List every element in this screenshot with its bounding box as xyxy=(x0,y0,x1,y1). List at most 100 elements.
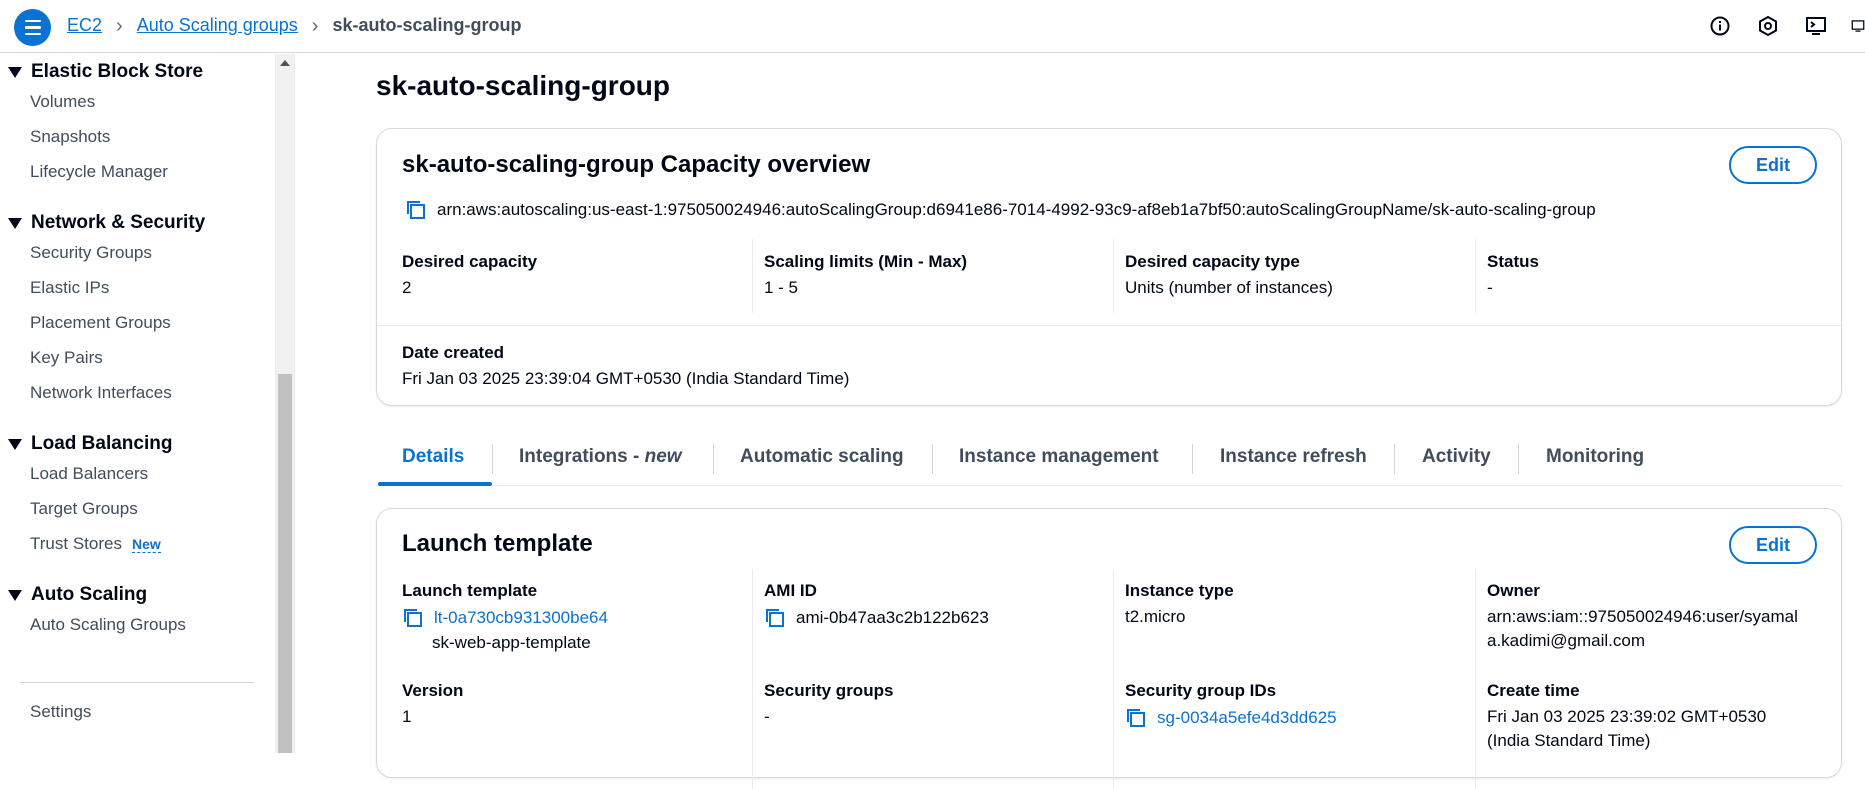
security-group-id[interactable]: sg-0034a5efe4d3dd625 xyxy=(1157,708,1337,728)
security-group-id-link[interactable]: sg-0034a5efe4d3dd625 xyxy=(1125,707,1337,729)
sidebar-item-label: Trust Stores xyxy=(30,534,122,553)
instance-type-label: Instance type xyxy=(1125,581,1234,600)
scrollbar-thumb[interactable] xyxy=(278,374,292,753)
arn-row: arn:aws:autoscaling:us-east-1:9750500249… xyxy=(405,199,1596,221)
create-time-field: Create time Fri Jan 03 2025 23:39:02 GMT… xyxy=(1487,681,1766,751)
column-divider xyxy=(752,569,753,789)
info-icon[interactable] xyxy=(1707,13,1733,39)
copy-icon[interactable] xyxy=(764,607,786,629)
capacity-type-field: Desired capacity type Units (number of i… xyxy=(1125,252,1333,298)
sidebar: Elastic Block Store Volumes Snapshots Li… xyxy=(0,54,276,753)
tab-integrations-label: Integrations - xyxy=(519,446,645,467)
scroll-up-icon[interactable] xyxy=(280,60,290,66)
security-groups-value: - xyxy=(764,707,770,726)
cloudshell-icon[interactable] xyxy=(1803,13,1829,39)
tab-separator xyxy=(1192,444,1193,474)
content-divider xyxy=(294,54,295,753)
security-group-ids-label: Security group IDs xyxy=(1125,681,1277,700)
owner-field: Owner arn:aws:iam::975050024946:user/sya… xyxy=(1487,581,1798,651)
copy-icon[interactable] xyxy=(1125,707,1147,729)
sidebar-item-target-groups[interactable]: Target Groups xyxy=(30,499,138,519)
new-badge: New xyxy=(131,536,161,553)
version-field: Version 1 xyxy=(402,681,463,727)
sidebar-item-lifecycle-manager[interactable]: Lifecycle Manager xyxy=(30,162,168,182)
ami-id-field: AMI ID ami-0b47aa3c2b122b623 xyxy=(764,581,989,629)
launch-template-card: Launch template Edit Launch template lt-… xyxy=(376,508,1842,789)
sidebar-item-load-balancers[interactable]: Load Balancers xyxy=(30,464,148,484)
sidebar-section-elastic-block-store[interactable]: Elastic Block Store xyxy=(8,61,203,83)
tab-automatic-scaling[interactable]: Automatic scaling xyxy=(740,446,904,468)
create-time-line-2: (India Standard Time) xyxy=(1487,731,1651,750)
launch-template-id[interactable]: lt-0a730cb931300be64 xyxy=(434,608,608,628)
tab-monitoring[interactable]: Monitoring xyxy=(1546,446,1644,468)
launch-template-link[interactable]: lt-0a730cb931300be64 xyxy=(402,607,608,629)
create-time-label: Create time xyxy=(1487,681,1580,700)
tab-instance-refresh[interactable]: Instance refresh xyxy=(1220,446,1367,468)
copy-icon[interactable] xyxy=(402,607,424,629)
chevron-right-icon: › xyxy=(311,14,319,37)
sidebar-item-key-pairs[interactable]: Key Pairs xyxy=(30,348,103,368)
security-groups-label: Security groups xyxy=(764,681,894,700)
desired-capacity-label: Desired capacity xyxy=(402,252,538,271)
sidebar-item-network-interfaces[interactable]: Network Interfaces xyxy=(30,383,172,403)
breadcrumb-ec2[interactable]: EC2 xyxy=(67,15,102,36)
tab-separator xyxy=(1518,444,1519,474)
sidebar-section-network-security[interactable]: Network & Security xyxy=(8,212,205,234)
sidebar-scrollbar[interactable] xyxy=(276,54,294,753)
caret-down-icon xyxy=(8,589,22,601)
sidebar-item-placement-groups[interactable]: Placement Groups xyxy=(30,313,171,333)
sidebar-item-elastic-ips[interactable]: Elastic IPs xyxy=(30,278,109,298)
sidebar-item-settings[interactable]: Settings xyxy=(30,702,91,722)
menu-icon[interactable] xyxy=(14,9,51,46)
column-divider xyxy=(1113,239,1114,313)
status-field: Status - xyxy=(1487,252,1539,298)
ami-id-value-row: ami-0b47aa3c2b122b623 xyxy=(764,607,989,629)
scaling-limits-field: Scaling limits (Min - Max) 1 - 5 xyxy=(764,252,967,298)
sidebar-item-snapshots[interactable]: Snapshots xyxy=(30,127,110,147)
capacity-type-label: Desired capacity type xyxy=(1125,252,1300,271)
copy-icon[interactable] xyxy=(405,199,427,221)
sidebar-item-volumes[interactable]: Volumes xyxy=(30,92,95,112)
tab-separator xyxy=(932,444,933,474)
sidebar-item-auto-scaling-groups[interactable]: Auto Scaling Groups xyxy=(30,615,186,635)
security-groups-field: Security groups - xyxy=(764,681,893,727)
tab-instance-management[interactable]: Instance management xyxy=(959,446,1159,468)
page-title: sk-auto-scaling-group xyxy=(376,70,671,101)
chevron-right-icon: › xyxy=(116,14,123,37)
security-group-ids-field: Security group IDs sg-0034a5efe4d3dd625 xyxy=(1125,681,1337,729)
date-created-value: Fri Jan 03 2025 23:39:04 GMT+0530 (India… xyxy=(402,369,850,388)
launch-template-label: Launch template xyxy=(402,581,538,600)
breadcrumb-current: sk-auto-scaling-group xyxy=(332,15,522,35)
column-divider xyxy=(1475,239,1476,313)
sidebar-section-auto-scaling[interactable]: Auto Scaling xyxy=(8,584,147,606)
tab-separator xyxy=(1394,444,1395,474)
sidebar-item-security-groups[interactable]: Security Groups xyxy=(30,243,152,263)
breadcrumb-auto-scaling-groups[interactable]: Auto Scaling groups xyxy=(137,15,298,36)
sidebar-section-load-balancing[interactable]: Load Balancing xyxy=(8,433,172,455)
top-bar: EC2 › Auto Scaling groups › sk-auto-scal… xyxy=(0,0,1865,53)
capacity-overview-title: sk-auto-scaling-group Capacity overview xyxy=(402,151,871,178)
sidebar-item-trust-stores[interactable]: Trust Stores New xyxy=(30,534,161,554)
capacity-edit-button[interactable]: Edit xyxy=(1729,146,1817,184)
column-divider xyxy=(752,239,753,313)
tab-details[interactable]: Details xyxy=(402,446,464,468)
version-label: Version xyxy=(402,681,464,700)
instance-type-value: t2.micro xyxy=(1125,607,1186,626)
owner-label: Owner xyxy=(1487,581,1540,600)
settings-hex-icon[interactable] xyxy=(1755,13,1781,39)
launch-template-field: Launch template lt-0a730cb931300be64 sk-… xyxy=(402,581,608,653)
detail-tabs: Details Integrations - new Automatic sca… xyxy=(376,436,1842,486)
desired-capacity-field: Desired capacity 2 xyxy=(402,252,537,298)
tab-integrations[interactable]: Integrations - new xyxy=(519,446,682,468)
breadcrumb: EC2 › Auto Scaling groups › sk-auto-scal… xyxy=(67,15,521,36)
feedback-icon[interactable] xyxy=(1851,13,1865,39)
tab-separator xyxy=(492,444,493,474)
launch-template-edit-button[interactable]: Edit xyxy=(1729,526,1817,564)
sidebar-divider xyxy=(20,682,254,683)
version-value: 1 xyxy=(402,707,412,726)
scaling-limits-label: Scaling limits (Min - Max) xyxy=(764,252,968,271)
status-value: - xyxy=(1487,278,1493,297)
ami-id-value: ami-0b47aa3c2b122b623 xyxy=(796,608,989,627)
create-time-line-1: Fri Jan 03 2025 23:39:02 GMT+0530 xyxy=(1487,707,1767,726)
tab-activity[interactable]: Activity xyxy=(1422,446,1491,468)
